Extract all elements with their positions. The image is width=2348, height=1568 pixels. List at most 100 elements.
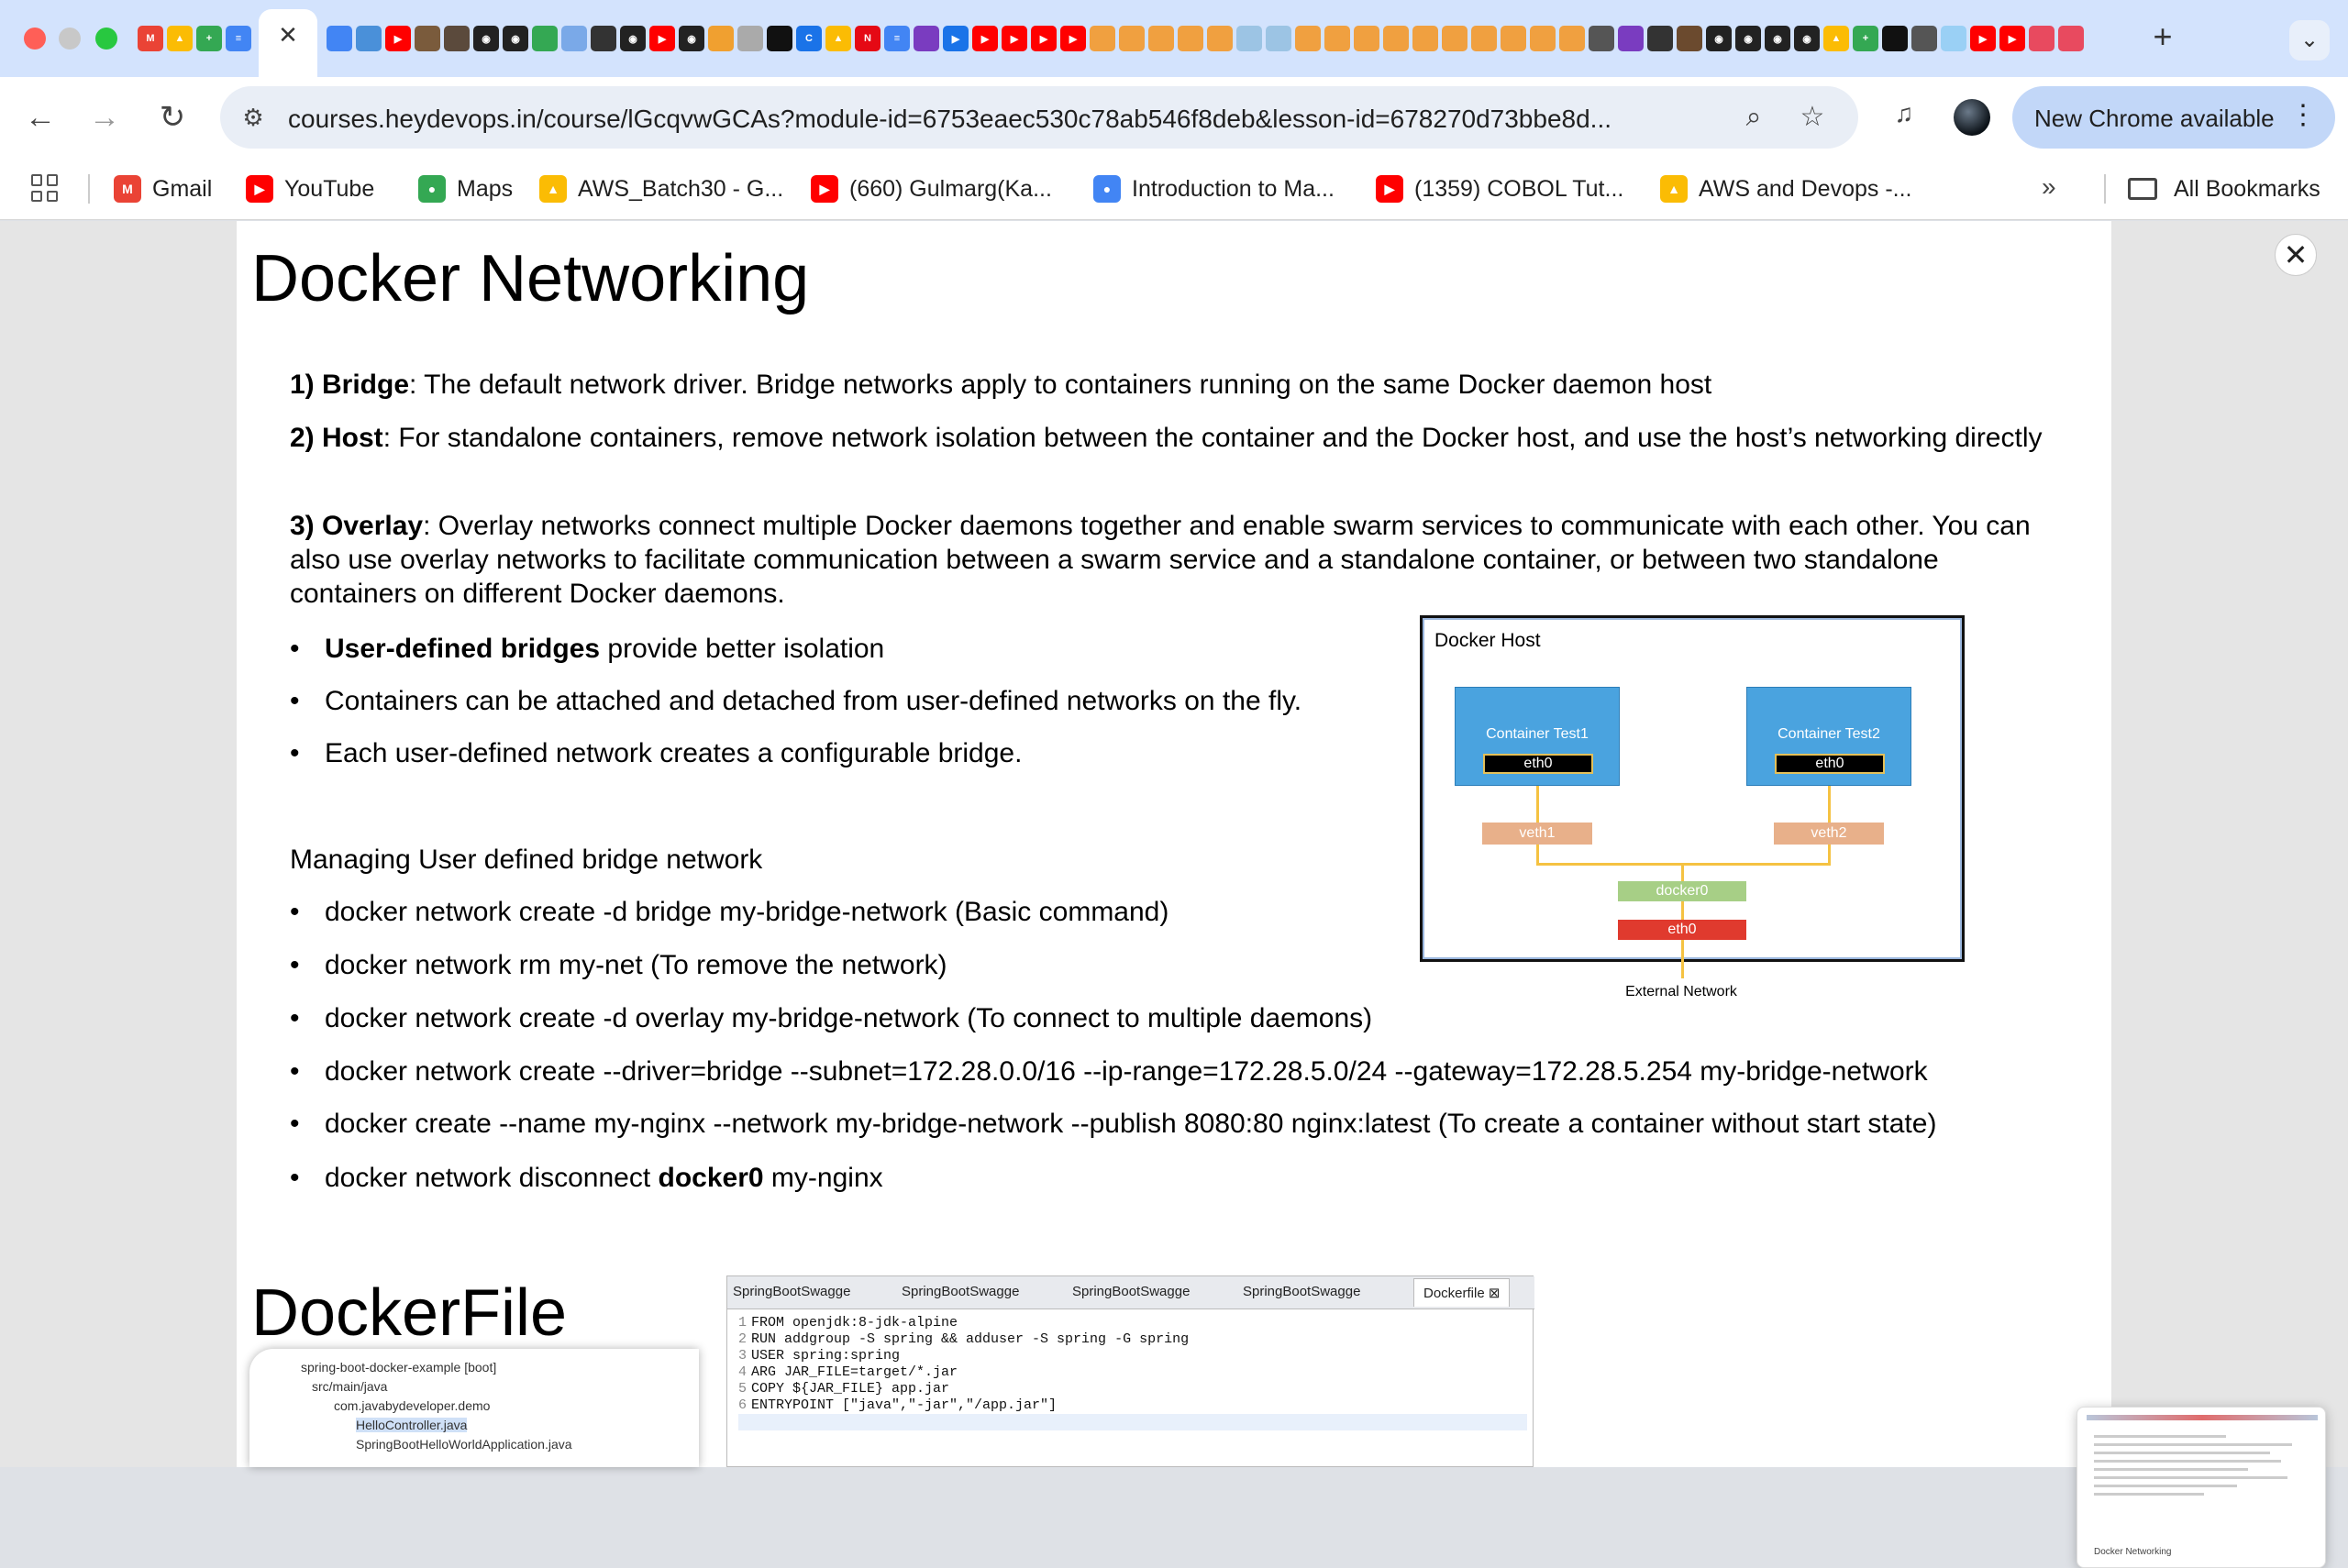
youtube-tab-icon[interactable]: ▶ (1031, 26, 1057, 51)
tab-icon[interactable] (1412, 26, 1438, 51)
tab-icon[interactable] (327, 26, 352, 51)
docs-tab-icon[interactable]: ≡ (226, 26, 251, 51)
media-controls-icon[interactable]: ♫ (1886, 95, 1922, 132)
bookmark-label: AWS_Batch30 - G... (578, 175, 784, 202)
slide-thumbnail[interactable]: Docker Networking (2077, 1407, 2326, 1568)
drive-tab-icon[interactable]: ▲ (167, 26, 193, 51)
forward-arrow-icon[interactable]: → (84, 97, 125, 138)
tab-icon[interactable] (1471, 26, 1497, 51)
tab-icon[interactable] (1119, 26, 1145, 51)
github-tab-icon[interactable]: ◉ (1765, 26, 1790, 51)
tab-icon[interactable] (532, 26, 558, 51)
editor-tab: SpringBootSwagge (1243, 1284, 1361, 1299)
tab-icon[interactable] (415, 26, 440, 51)
zoom-icon[interactable]: ⌕ (1737, 101, 1770, 134)
back-arrow-icon[interactable]: ← (20, 97, 61, 138)
tab-icon[interactable] (1589, 26, 1614, 51)
tab-icon[interactable] (1941, 26, 1966, 51)
divider (88, 174, 90, 204)
tab-icon[interactable] (356, 26, 382, 51)
tab-icon[interactable] (1647, 26, 1673, 51)
bookmark-8[interactable]: ▲ AWS and Devops -... (1660, 172, 1912, 205)
tab-icon[interactable] (708, 26, 734, 51)
youtube-tab-icon[interactable]: ▶ (1002, 26, 1027, 51)
gmail-tab-icon[interactable]: M (138, 26, 163, 51)
bookmark-1[interactable]: M Gmail (114, 172, 212, 205)
external-network-label: External Network (1625, 984, 1737, 999)
tab-icon[interactable] (2029, 26, 2054, 51)
tab-icon[interactable] (1559, 26, 1585, 51)
tab-icon[interactable] (1677, 26, 1702, 51)
youtube-tab-icon[interactable]: ▶ (1970, 26, 1996, 51)
youtube-tab-icon[interactable]: ▶ (649, 26, 675, 51)
bookmark-star-icon[interactable]: ☆ (1796, 101, 1829, 134)
tab-icon[interactable] (1442, 26, 1468, 51)
tab-icon[interactable] (1090, 26, 1115, 51)
reload-icon[interactable]: ↻ (152, 97, 193, 138)
close-icon[interactable]: ✕ (2275, 234, 2317, 276)
tab-icon[interactable] (591, 26, 616, 51)
window-minimize-button[interactable] (59, 28, 81, 50)
tab-icon[interactable] (1178, 26, 1203, 51)
tab-icon[interactable]: ▶ (943, 26, 969, 51)
apps-grid-icon[interactable] (31, 174, 59, 202)
window-zoom-button[interactable] (95, 28, 117, 50)
profile-avatar[interactable] (1954, 99, 1990, 136)
tab-icon[interactable]: C (796, 26, 822, 51)
tab-icon[interactable] (1324, 26, 1350, 51)
drive-tab-icon[interactable]: ▲ (1823, 26, 1849, 51)
tab-icon[interactable] (444, 26, 470, 51)
window-close-button[interactable] (24, 28, 46, 50)
github-tab-icon[interactable]: ◉ (679, 26, 704, 51)
tab-icon[interactable] (1383, 26, 1409, 51)
netflix-tab-icon[interactable]: N (855, 26, 880, 51)
github-tab-icon[interactable]: ◉ (1706, 26, 1732, 51)
youtube-tab-icon[interactable]: ▶ (972, 26, 998, 51)
tab-icon[interactable] (1148, 26, 1174, 51)
more-bookmarks-icon[interactable]: » (2042, 172, 2056, 202)
tab-icon[interactable] (914, 26, 939, 51)
tab-icon[interactable] (1882, 26, 1908, 51)
tab-icon[interactable] (1501, 26, 1526, 51)
youtube-tab-icon[interactable]: ▶ (385, 26, 411, 51)
bookmark-4[interactable]: ▲ AWS_Batch30 - G... (539, 172, 783, 205)
tab-icon[interactable] (737, 26, 763, 51)
tab-icon[interactable] (2058, 26, 2084, 51)
tab-icon[interactable] (1295, 26, 1321, 51)
new-tab-button[interactable]: + (2146, 18, 2179, 55)
tab-icon[interactable] (1266, 26, 1291, 51)
youtube-tab-icon[interactable]: ▶ (1999, 26, 2025, 51)
tab-icon[interactable] (1207, 26, 1233, 51)
tab-icon[interactable] (1530, 26, 1556, 51)
tab-icon[interactable] (1911, 26, 1937, 51)
tab-icon[interactable] (1354, 26, 1379, 51)
url-text[interactable]: courses.heydevops.in/course/lGcqvwGCAs?m… (288, 105, 1611, 134)
address-bar[interactable]: ⚙ courses.heydevops.in/course/lGcqvwGCAs… (220, 86, 1858, 149)
bookmark-3[interactable]: ● Maps (418, 172, 513, 205)
tab-icon[interactable] (767, 26, 792, 51)
github-tab-icon[interactable]: ◉ (1794, 26, 1820, 51)
github-tab-icon[interactable]: ◉ (620, 26, 646, 51)
github-tab-icon[interactable]: ◉ (1735, 26, 1761, 51)
sheets-tab-icon[interactable]: + (196, 26, 222, 51)
github-tab-icon[interactable]: ◉ (503, 26, 528, 51)
github-tab-icon[interactable]: ◉ (473, 26, 499, 51)
tab-icon[interactable] (561, 26, 587, 51)
drive-tab-icon[interactable]: ▲ (825, 26, 851, 51)
tab-icon[interactable] (1236, 26, 1262, 51)
tab-search-chevron-icon[interactable]: ⌄ (2289, 20, 2330, 61)
close-tab-icon[interactable]: ✕ (275, 22, 301, 48)
docs-tab-icon[interactable]: ≡ (884, 26, 910, 51)
sheets-tab-icon[interactable]: + (1853, 26, 1878, 51)
site-settings-icon[interactable]: ⚙ (238, 103, 268, 132)
bookmark-5[interactable]: ▶ (660) Gulmarg(Ka... (811, 172, 1052, 205)
youtube-tab-icon[interactable]: ▶ (1060, 26, 1086, 51)
more-menu-icon[interactable]: ⋮ (2289, 99, 2317, 131)
all-bookmarks-link[interactable]: All Bookmarks (2174, 172, 2320, 205)
bookmark-7[interactable]: ▶ (1359) COBOL Tut... (1376, 172, 1623, 205)
chrome-update-button[interactable]: New Chrome available ⋮ (2012, 86, 2335, 149)
drive-icon: ▲ (539, 175, 567, 203)
bookmark-2[interactable]: ▶ YouTube (246, 172, 374, 205)
bookmark-6[interactable]: ● Introduction to Ma... (1093, 172, 1335, 205)
tab-icon[interactable] (1618, 26, 1644, 51)
